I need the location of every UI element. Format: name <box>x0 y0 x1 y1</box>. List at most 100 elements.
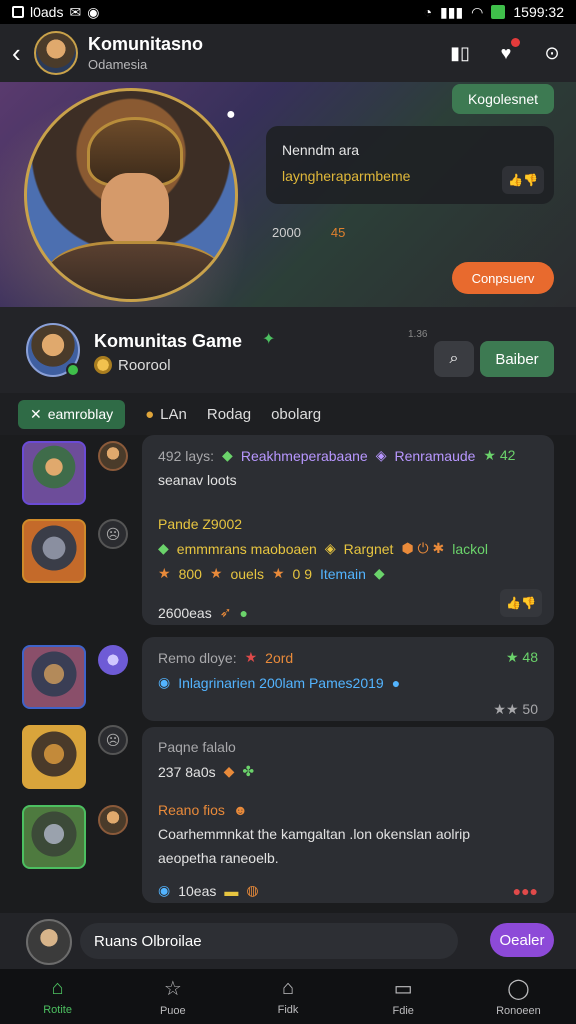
status-left-text: l0ads <box>30 4 64 20</box>
post-meta-stars: ★★ 50 <box>493 701 538 717</box>
bookmark-icon[interactable]: ▮▯ <box>448 41 472 65</box>
bottom-nav: ⌂ Rotite ☆ Puoe ⌂ Fidk ▭ Fdie ◯ Ronoeen <box>0 969 576 1024</box>
hero-info-card[interactable]: Nenndm ara layngheraparmbeme 👍👎 <box>266 126 554 204</box>
tab-lan[interactable]: ● LAn <box>145 406 187 423</box>
game-thumbnail[interactable] <box>22 441 86 505</box>
nav-house[interactable]: ⌂ Fidk <box>230 969 345 1024</box>
post-meta-value: 50 <box>522 701 538 717</box>
nav-label: Rotite <box>43 1004 72 1016</box>
profile-avatar[interactable] <box>26 323 80 377</box>
post-score-value: 48 <box>522 649 538 665</box>
post-tag: 800 <box>178 565 202 582</box>
post-tag: lackol <box>452 540 489 557</box>
cube-icon: ◈ <box>324 540 336 556</box>
post-row: ◉ Inlagrinarien 200lam Pames2019 ● <box>158 674 538 691</box>
tab-label: eamroblay <box>47 406 114 422</box>
comment-composer: Ruans Olbroilae Oealer <box>0 913 576 969</box>
page-subtitle: Odamesia <box>88 57 148 72</box>
nav-star[interactable]: ☆ Puoe <box>115 969 230 1024</box>
send-button[interactable]: Oealer <box>490 923 554 957</box>
profile-role-text: Roorool <box>118 356 171 374</box>
nav-home[interactable]: ⌂ Rotite <box>0 969 115 1024</box>
post-row: ★★ 50 <box>158 701 538 718</box>
hero-chip-orange[interactable]: Conpsuerv <box>452 262 554 294</box>
hero-like-icon[interactable]: 👍👎 <box>502 166 544 194</box>
clover-icon: ✤ <box>242 763 255 779</box>
tab-rodag[interactable]: Rodag <box>207 406 251 423</box>
reaction-icons[interactable]: ●●● <box>513 883 538 899</box>
sim-icon: ✉ <box>69 3 82 20</box>
post-meta: 492 lays: <box>158 447 215 464</box>
globe-icon: ◉ <box>158 882 171 898</box>
feed: ☹ ☹ 492 lays: ◆ Reakhmeperabaane ◈ Renra… <box>0 435 576 913</box>
star-icon: ★ <box>244 649 258 665</box>
globe-icon: ◉ <box>158 674 171 690</box>
game-thumbnail[interactable] <box>22 645 86 709</box>
search-button[interactable]: ⌕ <box>434 341 474 377</box>
game-thumbnail[interactable] <box>22 519 86 583</box>
post-card[interactable]: Remo dloye: ★ 2ord ★ 48 ◉ Inlagrinarien … <box>142 637 554 721</box>
post-count: 10eas <box>178 882 217 899</box>
notification-badge <box>511 38 520 47</box>
tab-obolarg[interactable]: obolarg <box>271 406 321 423</box>
community-avatar[interactable] <box>34 31 78 75</box>
post-row: aeopetha raneoelb. <box>158 850 538 866</box>
game-thumbnail[interactable] <box>22 725 86 789</box>
header-actions: ▮▯ ♥ ⊙ <box>448 38 564 65</box>
nav-label: Fdie <box>392 1005 414 1017</box>
profile-name: Komunitas Game <box>94 331 243 351</box>
hero-stats: 2000 45 <box>272 225 345 240</box>
reaction-icon[interactable]: ☹ <box>98 519 128 549</box>
post-row: ◆ emmmrans maoboaen ◈ Rargnet ⬢ ⏻ ✱ lack… <box>158 540 538 557</box>
tab-gameplay[interactable]: ✕ eamroblay <box>18 399 126 429</box>
hero-stat-count: 2000 <box>272 225 301 240</box>
post-row: ★ 800 ★ ouels ★ 0 9 Itemain ◆ <box>158 565 538 582</box>
status-bar: l0ads ✉ ◉ ◔ ▮▮▮ ◠ 1599:32 <box>0 0 576 24</box>
comment-input[interactable]: Ruans Olbroilae <box>80 923 458 959</box>
hero-stat-orange: 45 <box>330 225 346 240</box>
reaction-icon[interactable]: ☹ <box>98 725 128 755</box>
app-icon: ◉ <box>87 3 100 20</box>
hero-portrait[interactable] <box>24 88 238 302</box>
hero-card-line1: Nenndm ara <box>282 142 360 158</box>
portrait-armor <box>47 241 223 299</box>
planet-icon: ◍ <box>246 882 259 898</box>
post-card[interactable]: Paqne falalo 237 8a0s ◆ ✤ Reano fios ☻ C… <box>142 727 554 903</box>
user-avatar[interactable] <box>98 441 128 471</box>
rocket-icon: ➶ <box>219 604 232 620</box>
gem-icon: ◆ <box>158 540 169 556</box>
search-icon: ⌕ <box>449 350 459 367</box>
star-icon: ★ <box>271 565 285 581</box>
screen-icon: ▬ <box>224 882 239 899</box>
nav-screen[interactable]: ▭ Fdie <box>346 969 461 1024</box>
post-tag: Rargnet <box>343 540 394 557</box>
tab-label: LAn <box>160 405 187 423</box>
signal-icon: ▮▮▮ <box>440 3 464 20</box>
notification-bell-icon[interactable]: ♥ <box>494 38 520 65</box>
game-thumbnail[interactable] <box>22 805 86 869</box>
alarm-icon: ◔ <box>423 4 433 20</box>
back-arrow-icon[interactable]: ‹ <box>12 38 30 69</box>
house-icon: ⌂ <box>281 977 295 999</box>
chat-icon[interactable]: ⊙ <box>540 41 564 65</box>
post-tag: emmmrans maoboaen <box>176 540 317 557</box>
nav-profile[interactable]: ◯ Ronoeen <box>461 969 576 1024</box>
post-tag: ouels <box>230 565 264 582</box>
post-heading: Reano fios <box>158 802 225 818</box>
user-avatar[interactable] <box>98 645 128 675</box>
post-tag: Renramaude <box>394 447 476 464</box>
hero-chip-green[interactable]: Kogolesnet <box>452 84 554 114</box>
post-card[interactable]: 492 lays: ◆ Reakhmeperabaane ◈ Renramaud… <box>142 435 554 625</box>
like-icon[interactable]: 👍👎 <box>500 589 542 617</box>
post-row: 2600eas ➶ ● <box>158 604 538 621</box>
user-avatar[interactable] <box>98 805 128 835</box>
post-text: Coarhemmnkat the kamgaltan .lon okenslan… <box>158 826 471 842</box>
post-row: 492 lays: ◆ Reakhmeperabaane ◈ Renramaud… <box>158 447 538 464</box>
nav-label: Puoe <box>159 1005 186 1017</box>
shield-icon: ◈ <box>375 447 387 463</box>
clock: 1599:32 <box>513 4 564 20</box>
follow-button[interactable]: Baiber <box>480 341 554 377</box>
fire-icon: ● <box>145 405 155 423</box>
user-avatar[interactable] <box>26 919 72 965</box>
post-row: Reano fios ☻ <box>158 802 538 818</box>
